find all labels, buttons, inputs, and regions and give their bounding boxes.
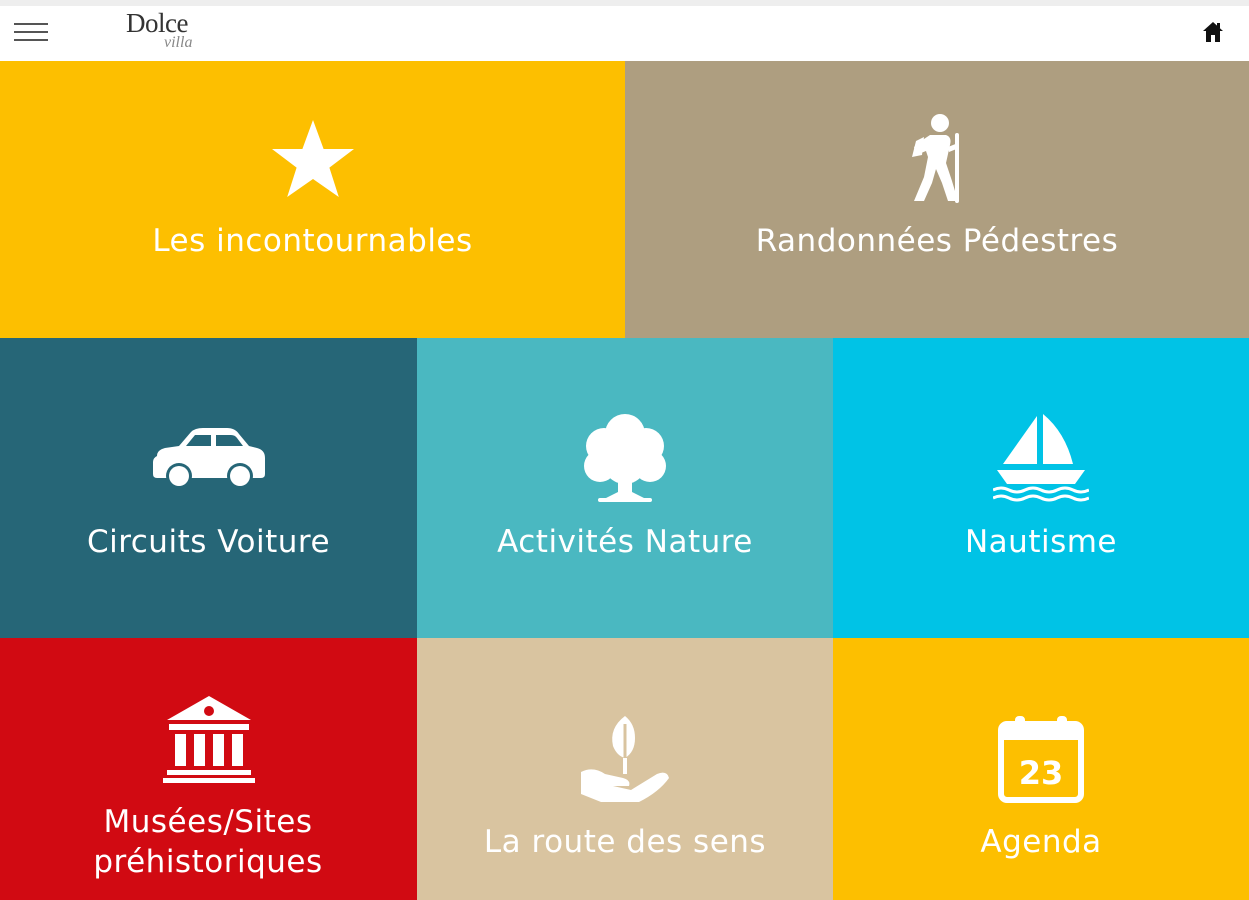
sailboat-icon: [992, 412, 1090, 506]
car-icon: [151, 426, 267, 490]
calendar-day-number: 23: [1019, 754, 1064, 792]
tile-label: Agenda: [980, 824, 1102, 860]
tile-label: La route des sens: [483, 824, 767, 860]
tile-label: Randonnées Pédestres: [755, 223, 1119, 259]
tile-circuits-voiture[interactable]: Circuits Voiture: [0, 338, 417, 638]
tile-musees-sites-prehistoriques[interactable]: Musées/Sites préhistoriques: [0, 638, 417, 900]
tile-label: Musées/Sites préhistoriques: [93, 804, 323, 880]
tile-label: Nautisme: [964, 524, 1118, 560]
tile-agenda[interactable]: 23 Agenda: [833, 638, 1249, 900]
logo-sub-text: villa: [164, 34, 193, 51]
tile-activites-nature[interactable]: Activités Nature: [417, 338, 833, 638]
star-icon: [268, 116, 358, 206]
hamburger-menu-icon[interactable]: [14, 21, 48, 43]
hiker-icon: [902, 111, 972, 206]
tile-nautisme[interactable]: Nautisme: [833, 338, 1249, 638]
tree-icon: [580, 412, 670, 504]
tile-label: Circuits Voiture: [86, 524, 331, 560]
tile-randonnees-pedestres[interactable]: Randonnées Pédestres: [625, 61, 1249, 338]
hand-plant-icon: [579, 712, 671, 806]
tile-la-route-des-sens[interactable]: La route des sens: [417, 638, 833, 900]
app-logo[interactable]: Dolce villa: [126, 8, 216, 58]
top-app-bar: Dolce villa: [0, 0, 1249, 61]
tile-label: Activités Nature: [497, 524, 753, 560]
tile-les-incontournables[interactable]: Les incontournables: [0, 61, 625, 338]
calendar-icon: 23: [997, 714, 1085, 804]
home-icon[interactable]: [1200, 19, 1226, 45]
tile-label: Les incontournables: [152, 223, 473, 259]
museum-icon: [162, 694, 255, 784]
